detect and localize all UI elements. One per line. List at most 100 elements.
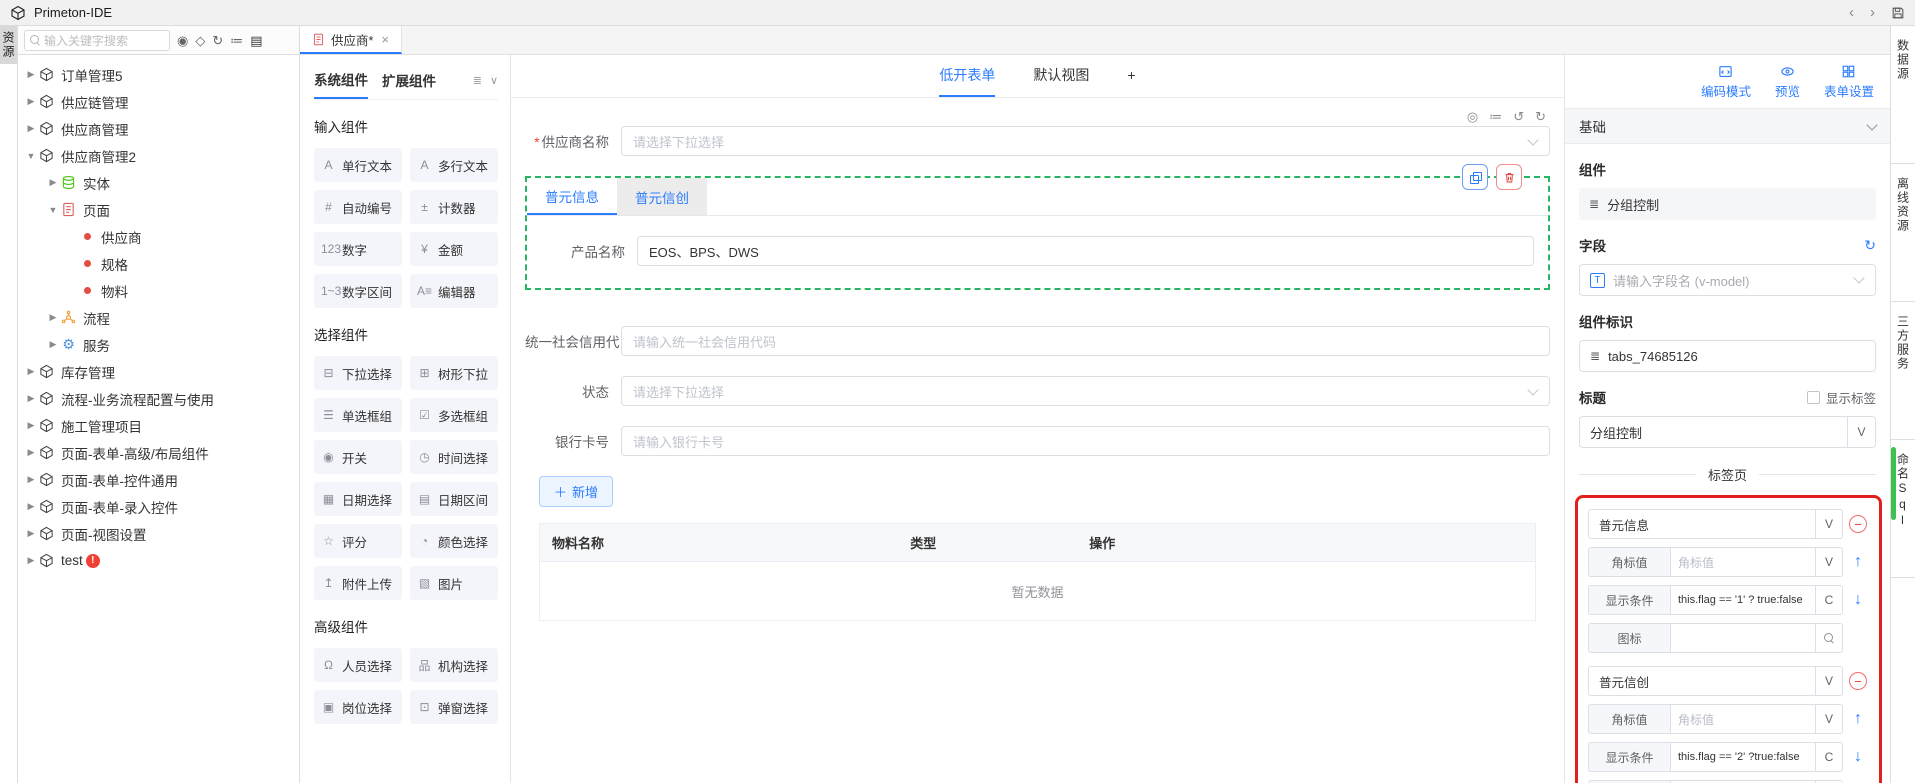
save-icon[interactable] xyxy=(1891,6,1905,20)
redo-icon[interactable]: ↻ xyxy=(1535,109,1546,125)
tree-node[interactable]: ▶ 施工管理项目 xyxy=(18,412,299,439)
palette-item[interactable]: # 自动编号 xyxy=(314,190,402,224)
model-icon[interactable]: ◇ xyxy=(195,34,205,47)
tree-node[interactable]: ▶ 实体 xyxy=(18,169,299,196)
palette-item[interactable]: ◷ 时间选择 xyxy=(410,440,498,474)
move-down-icon[interactable]: ↓ xyxy=(1854,591,1862,609)
show-label-checkbox[interactable] xyxy=(1807,391,1820,404)
selected-tab-group[interactable]: 普元信息 普元信创 产品名称 EOS、BPS、DWS xyxy=(525,176,1550,290)
tree-node[interactable]: ▼ 供应商管理2 xyxy=(18,142,299,169)
caret-right-icon[interactable]: ▶ xyxy=(24,123,38,134)
caret-right-icon[interactable]: ▶ xyxy=(46,312,60,323)
supplier-select[interactable]: 请选择下拉选择 xyxy=(621,126,1550,156)
tree-node[interactable]: ▶ 页面-表单-高级/布局组件 xyxy=(18,439,299,466)
caret-right-icon[interactable]: ▶ xyxy=(24,96,38,107)
group-tab-xinchuang[interactable]: 普元信创 xyxy=(617,178,707,215)
palette-item[interactable]: 123 数字 xyxy=(314,232,402,266)
outline-icon[interactable]: ≔ xyxy=(230,34,243,47)
palette-item[interactable]: A 多行文本 xyxy=(410,148,498,182)
palette-item[interactable]: ¥ 金额 xyxy=(410,232,498,266)
undo-icon[interactable]: ↺ xyxy=(1513,109,1524,125)
palette-item[interactable]: ◉ 开关 xyxy=(314,440,402,474)
palette-item[interactable]: ⊞ 树形下拉 xyxy=(410,356,498,390)
tree-node[interactable]: ▶ 流程 xyxy=(18,304,299,331)
outline-icon[interactable]: ≔ xyxy=(1489,109,1502,125)
variable-suffix-button[interactable]: V xyxy=(1816,666,1843,696)
palette-item[interactable]: ⊟ 下拉选择 xyxy=(314,356,402,390)
palette-item[interactable]: A≡ 编辑器 xyxy=(410,274,498,308)
condition-value-input[interactable]: this.flag == '2' ?true:false xyxy=(1670,742,1816,772)
copy-component-button[interactable] xyxy=(1462,164,1488,190)
refresh-icon[interactable]: ↻ xyxy=(212,34,223,47)
tree-node[interactable]: ▶ test ! xyxy=(18,547,299,574)
tab-system-components[interactable]: 系统组件 xyxy=(314,69,368,99)
doc-tab-supplier[interactable]: 供应商* × xyxy=(300,26,402,54)
nav-back-icon[interactable]: ‹ xyxy=(1849,4,1854,21)
caret-right-icon[interactable]: ▶ xyxy=(24,366,38,377)
caret-right-icon[interactable]: ▶ xyxy=(24,474,38,485)
field-select[interactable]: T 请输入字段名 (v-model) xyxy=(1579,264,1876,296)
docs-icon[interactable]: ▤ xyxy=(250,34,262,47)
remove-group-icon[interactable]: − xyxy=(1849,515,1867,533)
tree-node[interactable]: ▶ 供应商管理 xyxy=(18,115,299,142)
search-input[interactable]: 输入关键字搜索 xyxy=(24,30,170,51)
variable-suffix-button[interactable]: V xyxy=(1816,547,1843,577)
code-suffix-button[interactable]: C xyxy=(1816,585,1843,615)
caret-right-icon[interactable]: ▶ xyxy=(24,528,38,539)
theme-icon[interactable]: ◎ xyxy=(1467,109,1478,125)
variable-suffix-button[interactable]: V xyxy=(1816,704,1843,734)
caret-right-icon[interactable]: ▶ xyxy=(24,420,38,431)
tree-node[interactable]: ▶ 页面-视图设置 xyxy=(18,520,299,547)
icon-value-input[interactable] xyxy=(1670,623,1816,653)
caret-right-icon[interactable]: ▶ xyxy=(46,339,60,350)
palette-item[interactable]: Ω 人员选择 xyxy=(314,648,402,682)
tab-extended-components[interactable]: 扩展组件 xyxy=(382,70,436,98)
add-row-button[interactable]: ＋ 新增 xyxy=(539,476,613,507)
status-select[interactable]: 请选择下拉选择 xyxy=(621,376,1550,406)
badge-value-input[interactable]: 角标值 xyxy=(1670,704,1816,734)
preview-button[interactable]: 预览 xyxy=(1775,64,1800,100)
component-id-input[interactable]: ≣ tabs_74685126 xyxy=(1579,340,1876,372)
code-suffix-button[interactable]: C xyxy=(1816,742,1843,772)
basic-section-header[interactable]: 基础 xyxy=(1565,108,1890,144)
tree-node[interactable]: ▶ ⚙ 服务 xyxy=(18,331,299,358)
refresh-icon[interactable]: ↻ xyxy=(1864,237,1876,254)
caret-right-icon[interactable]: ▶ xyxy=(24,393,38,404)
icon-search-button[interactable] xyxy=(1816,623,1843,653)
tree-node[interactable]: ▶ 页面-表单-录入控件 xyxy=(18,493,299,520)
scrollbar-thumb[interactable] xyxy=(1891,447,1896,520)
move-up-icon[interactable]: ↑ xyxy=(1854,710,1862,728)
caret-right-icon[interactable]: ▶ xyxy=(24,501,38,512)
rail-item[interactable]: 三方服务 xyxy=(1891,302,1915,440)
palette-item[interactable]: A 单行文本 xyxy=(314,148,402,182)
palette-item[interactable]: ▧ 图片 xyxy=(410,566,498,600)
tree-node[interactable]: ▶ 供应链管理 xyxy=(18,88,299,115)
variable-suffix-button[interactable]: V xyxy=(1848,416,1876,448)
remove-group-icon[interactable]: − xyxy=(1849,672,1867,690)
view-tab[interactable]: 低开表单 xyxy=(939,55,995,97)
code-mode-button[interactable]: 编码模式 xyxy=(1701,64,1751,100)
tree-node[interactable]: 物料 xyxy=(18,277,299,304)
variable-suffix-button[interactable]: V xyxy=(1816,509,1843,539)
tree-node[interactable]: ▶ 订单管理5 xyxy=(18,61,299,88)
view-tab[interactable]: 默认视图 xyxy=(1033,55,1089,97)
rail-tab-resources[interactable]: 资源 xyxy=(0,26,17,64)
move-down-icon[interactable]: ↓ xyxy=(1854,748,1862,766)
palette-item[interactable]: ↥ 附件上传 xyxy=(314,566,402,600)
badge-value-input[interactable]: 角标值 xyxy=(1670,547,1816,577)
caret-down-icon[interactable]: ▼ xyxy=(24,151,38,161)
close-icon[interactable]: × xyxy=(381,32,389,47)
ai-assist-icon[interactable]: ◉ xyxy=(177,34,188,47)
palette-item[interactable]: ◔ 颜色选择 xyxy=(410,524,498,558)
tree-node[interactable]: ▶ 库存管理 xyxy=(18,358,299,385)
tree-node[interactable]: ▶ 页面-表单-控件通用 xyxy=(18,466,299,493)
nav-forward-icon[interactable]: › xyxy=(1870,4,1875,21)
caret-right-icon[interactable]: ▶ xyxy=(24,69,38,80)
caret-right-icon[interactable]: ▶ xyxy=(24,447,38,458)
chevron-down-icon[interactable]: ∨ xyxy=(490,74,498,87)
palette-item[interactable]: 品 机构选择 xyxy=(410,648,498,682)
product-name-input[interactable]: EOS、BPS、DWS xyxy=(637,236,1534,266)
collapse-icon[interactable]: ≣ xyxy=(473,74,482,87)
palette-item[interactable]: ▣ 岗位选择 xyxy=(314,690,402,724)
group-tab-info[interactable]: 普元信息 xyxy=(527,178,617,215)
